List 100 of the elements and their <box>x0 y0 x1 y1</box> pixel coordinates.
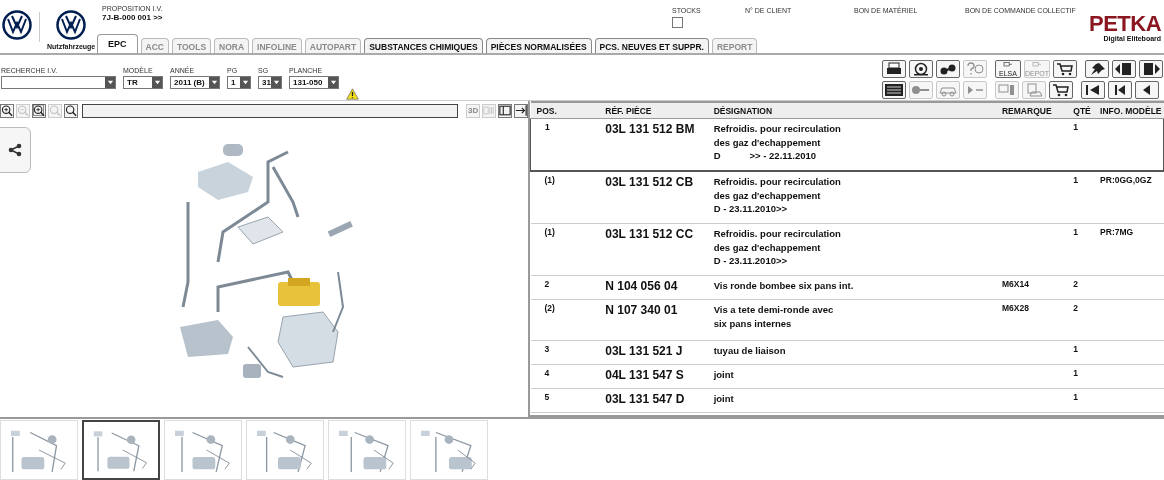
part-number: 03L 131 512 CC <box>605 227 694 241</box>
cart-arrow-button[interactable] <box>1053 60 1077 78</box>
list-icon <box>884 83 904 97</box>
table-cell: M6X28 <box>1002 303 1029 313</box>
share-button[interactable] <box>0 127 31 173</box>
doc-next-button[interactable] <box>1139 60 1163 78</box>
proposition-value: 7J-B-000 001 >> <box>102 13 164 22</box>
dropdown[interactable]: 2011 (B) <box>170 76 220 89</box>
doc-prev-button[interactable] <box>1112 60 1136 78</box>
disc-icon <box>911 62 931 76</box>
stocks-checkbox[interactable] <box>672 17 683 28</box>
disc-button[interactable] <box>909 60 933 78</box>
table-cell: PR:7MG <box>1100 227 1134 237</box>
cart-button[interactable] <box>1049 81 1073 99</box>
part-number: 03L 131 521 J <box>605 344 683 358</box>
table-cell: 3 <box>544 344 550 354</box>
print-button[interactable] <box>882 60 906 78</box>
part-description: joint <box>713 369 734 380</box>
table-cell: 4 <box>544 368 550 378</box>
dropdown[interactable]: 1 <box>227 76 251 89</box>
play-icon <box>965 83 985 97</box>
table-cell: 1 <box>1073 122 1078 132</box>
key-icon <box>911 83 931 97</box>
table-row[interactable]: (1) 03L 131 512 CB Refroidis. pour recirculation des gaz d'echappement D - 23.11.2010>> 1 PR:0GG,0GZ <box>530 171 1164 224</box>
dropdown[interactable]: TR <box>123 76 163 89</box>
table-cell: 5 <box>544 392 550 402</box>
table-cell: 2 <box>1073 303 1078 313</box>
selected-row[interactable]: 1 03L 131 512 BM Refroidis. pour recirculation des gaz d'echappement D >> - 22.11.2010 1 <box>530 118 1164 171</box>
caret-icon <box>106 79 114 86</box>
expand-icon <box>515 104 527 117</box>
next-page-icon <box>1141 62 1161 76</box>
column-header: REMARQUE <box>1000 102 1072 119</box>
part-number: N 104 056 04 <box>605 279 678 293</box>
tab[interactable]: PCS. NEUVES ET SUPPR. <box>594 38 709 53</box>
table-row[interactable]: 4 04L 131 547 S joint 1 <box>530 364 1164 389</box>
caret-icon <box>329 79 337 86</box>
search-button[interactable] <box>64 103 78 118</box>
caret-icon <box>272 79 280 86</box>
part-number: 03L 131 547 D <box>605 392 685 406</box>
thumbnail[interactable] <box>82 420 160 480</box>
zoom-fit-icon <box>33 104 45 117</box>
help-icon <box>965 62 985 76</box>
dropdown[interactable]: 131-050 <box>289 76 339 89</box>
caret-icon <box>210 79 218 86</box>
cart-icon <box>1055 62 1075 76</box>
table-row[interactable]: 5 03L 131 547 D joint 1 <box>530 388 1164 413</box>
table-row[interactable]: 3 03L 131 521 J tuyau de liaison 1 <box>530 340 1164 365</box>
part-number: 03L 131 512 BM <box>605 122 695 136</box>
expand-button[interactable] <box>514 103 528 118</box>
caret-icon <box>241 79 249 86</box>
tab[interactable]: PIÈCES NORMALISÉES <box>485 38 592 53</box>
dropdown[interactable]: 31 <box>258 76 282 89</box>
table-row[interactable]: (1) 03L 131 512 CC Refroidis. pour recirculation des gaz d'echappement D - 23.11.2010>> 1 PR:7MG <box>530 223 1164 276</box>
table-cell: (1) <box>544 227 555 237</box>
table-row[interactable]: 2 N 104 056 04 Vis ronde bombee six pans int. M6X14 2 <box>530 275 1164 300</box>
table-cell: (2) <box>544 303 555 313</box>
prev-button[interactable] <box>1135 81 1159 99</box>
cart-icon <box>1051 83 1071 97</box>
tab[interactable]: EPC <box>97 34 138 53</box>
column-header: RÉF. PIÈCE <box>603 102 712 119</box>
panel-icon <box>499 104 511 117</box>
part-description: tuyau de liaison <box>713 345 786 356</box>
table-cell: 2 <box>1073 279 1078 289</box>
zoom-fit-button[interactable] <box>32 103 46 118</box>
column-header: DÉSIGNATION <box>711 102 1000 119</box>
table-cell: M6X14 <box>1002 279 1029 289</box>
part-number: 04L 131 547 S <box>605 368 684 382</box>
prev-bar-button[interactable] <box>1108 81 1132 99</box>
part-description: Refroidis. pour recirculation des gaz d'echappement D - 23.11.2010>> <box>713 228 841 266</box>
petka-logo: PETKA <box>1089 13 1162 35</box>
zoom-in-button[interactable] <box>0 103 14 118</box>
part-description: Vis a tete demi-ronde avec six pans internes <box>713 304 834 329</box>
part-number: 03L 131 512 CB <box>605 175 694 189</box>
list-button[interactable] <box>882 81 906 99</box>
caret-icon <box>153 79 161 86</box>
table-cell: PR:0GG,0GZ <box>1100 175 1152 185</box>
table-cell: 1 <box>1073 227 1078 237</box>
share-icon <box>8 143 22 157</box>
first-button[interactable] <box>1081 81 1105 99</box>
column-header: INFO. MODÈLE <box>1098 102 1164 119</box>
table-cell: 1 <box>1073 392 1078 402</box>
pin-button[interactable] <box>1085 60 1109 78</box>
binoculars-button[interactable] <box>936 60 960 78</box>
part-description: joint <box>713 393 734 404</box>
part-description: Vis ronde bombee six pans int. <box>713 280 854 291</box>
table-row[interactable]: (2) N 107 340 01 Vis a tete demi-ronde avec six pans internes M6X28 2 <box>530 299 1164 341</box>
part-description: Refroidis. pour recirculation des gaz d'echappement D - 23.11.2010>> <box>713 176 841 214</box>
dropdown[interactable] <box>1 76 116 89</box>
previous-page-icon <box>1114 62 1134 76</box>
document-icon <box>1024 83 1044 97</box>
split-icon <box>483 104 495 117</box>
vw-logo-icon <box>2 10 32 40</box>
zoom-icon <box>49 104 61 117</box>
zoom-out-icon <box>17 104 29 117</box>
column-header: POS. <box>530 102 604 119</box>
panel-button[interactable] <box>498 103 512 118</box>
search-field[interactable] <box>82 103 459 118</box>
table-cell: 1 <box>1073 368 1078 378</box>
tab[interactable]: SUBSTANCES CHIMIQUES <box>364 38 483 53</box>
column-header: QTÉ <box>1071 102 1099 119</box>
